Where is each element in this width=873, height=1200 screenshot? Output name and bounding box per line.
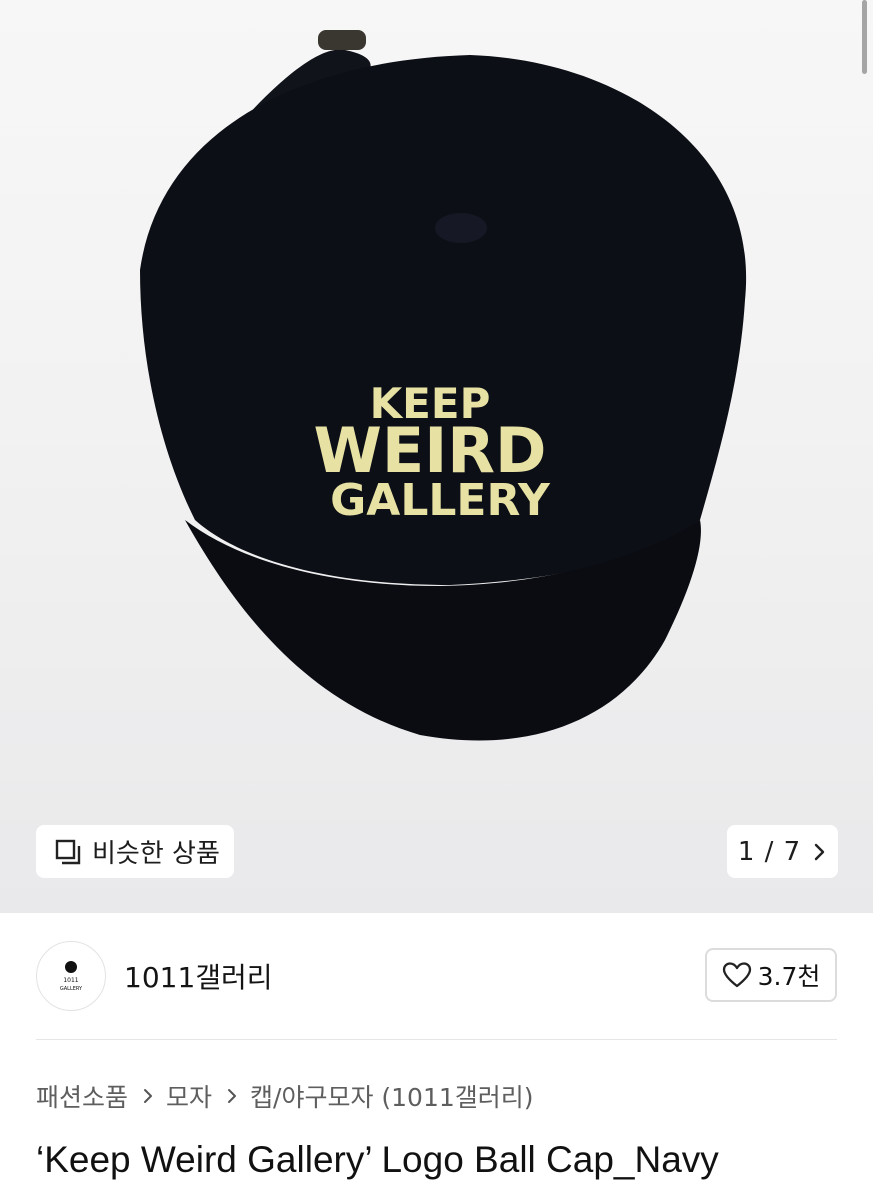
breadcrumb-item-caps[interactable]: 캡/야구모자 (1011갤러리): [250, 1078, 534, 1114]
like-button[interactable]: 3.7천: [705, 948, 837, 1002]
gallery-logo-icon: 1011 GALLERY: [60, 961, 83, 992]
seller-row: 1011 GALLERY 1011갤러리 3.7천: [36, 941, 837, 1011]
cap-buckle: [318, 30, 366, 50]
page-scrollbar[interactable]: [862, 0, 867, 74]
seller-avatar[interactable]: 1011 GALLERY: [36, 941, 106, 1011]
like-count: 3.7천: [757, 962, 821, 991]
heart-icon: [722, 962, 751, 988]
chevron-right-icon: [814, 843, 825, 860]
product-photo: KEEP WEIRD GALLERY: [140, 30, 747, 741]
image-counter: 1 / 7: [737, 836, 802, 867]
breadcrumb-item-fashion[interactable]: 패션소품: [36, 1078, 128, 1114]
breadcrumb-item-hats[interactable]: 모자: [166, 1078, 212, 1114]
copy-squares-icon: [55, 839, 81, 864]
image-counter-button[interactable]: 1 / 7: [727, 825, 838, 878]
chevron-right-icon: [144, 1089, 153, 1103]
similar-products-button[interactable]: 비슷한 상품: [36, 825, 234, 878]
cap-button: [435, 213, 487, 243]
seller-name[interactable]: 1011갤러리: [124, 956, 273, 996]
cap-logo-line3: GALLERY: [330, 475, 551, 526]
chevron-right-icon: [228, 1089, 237, 1103]
avatar-text-1: 1011: [63, 977, 78, 984]
product-title: ‘Keep Weird Gallery’ Logo Ball Cap_Navy: [36, 1139, 719, 1180]
similar-products-label: 비슷한 상품: [92, 839, 220, 869]
avatar-text-2: GALLERY: [60, 986, 83, 992]
divider: [36, 1039, 837, 1040]
product-image-carousel[interactable]: KEEP WEIRD GALLERY 비슷한 상품 1 / 7: [0, 0, 873, 913]
breadcrumb: 패션소품 모자 캡/야구모자 (1011갤러리): [36, 1078, 534, 1114]
